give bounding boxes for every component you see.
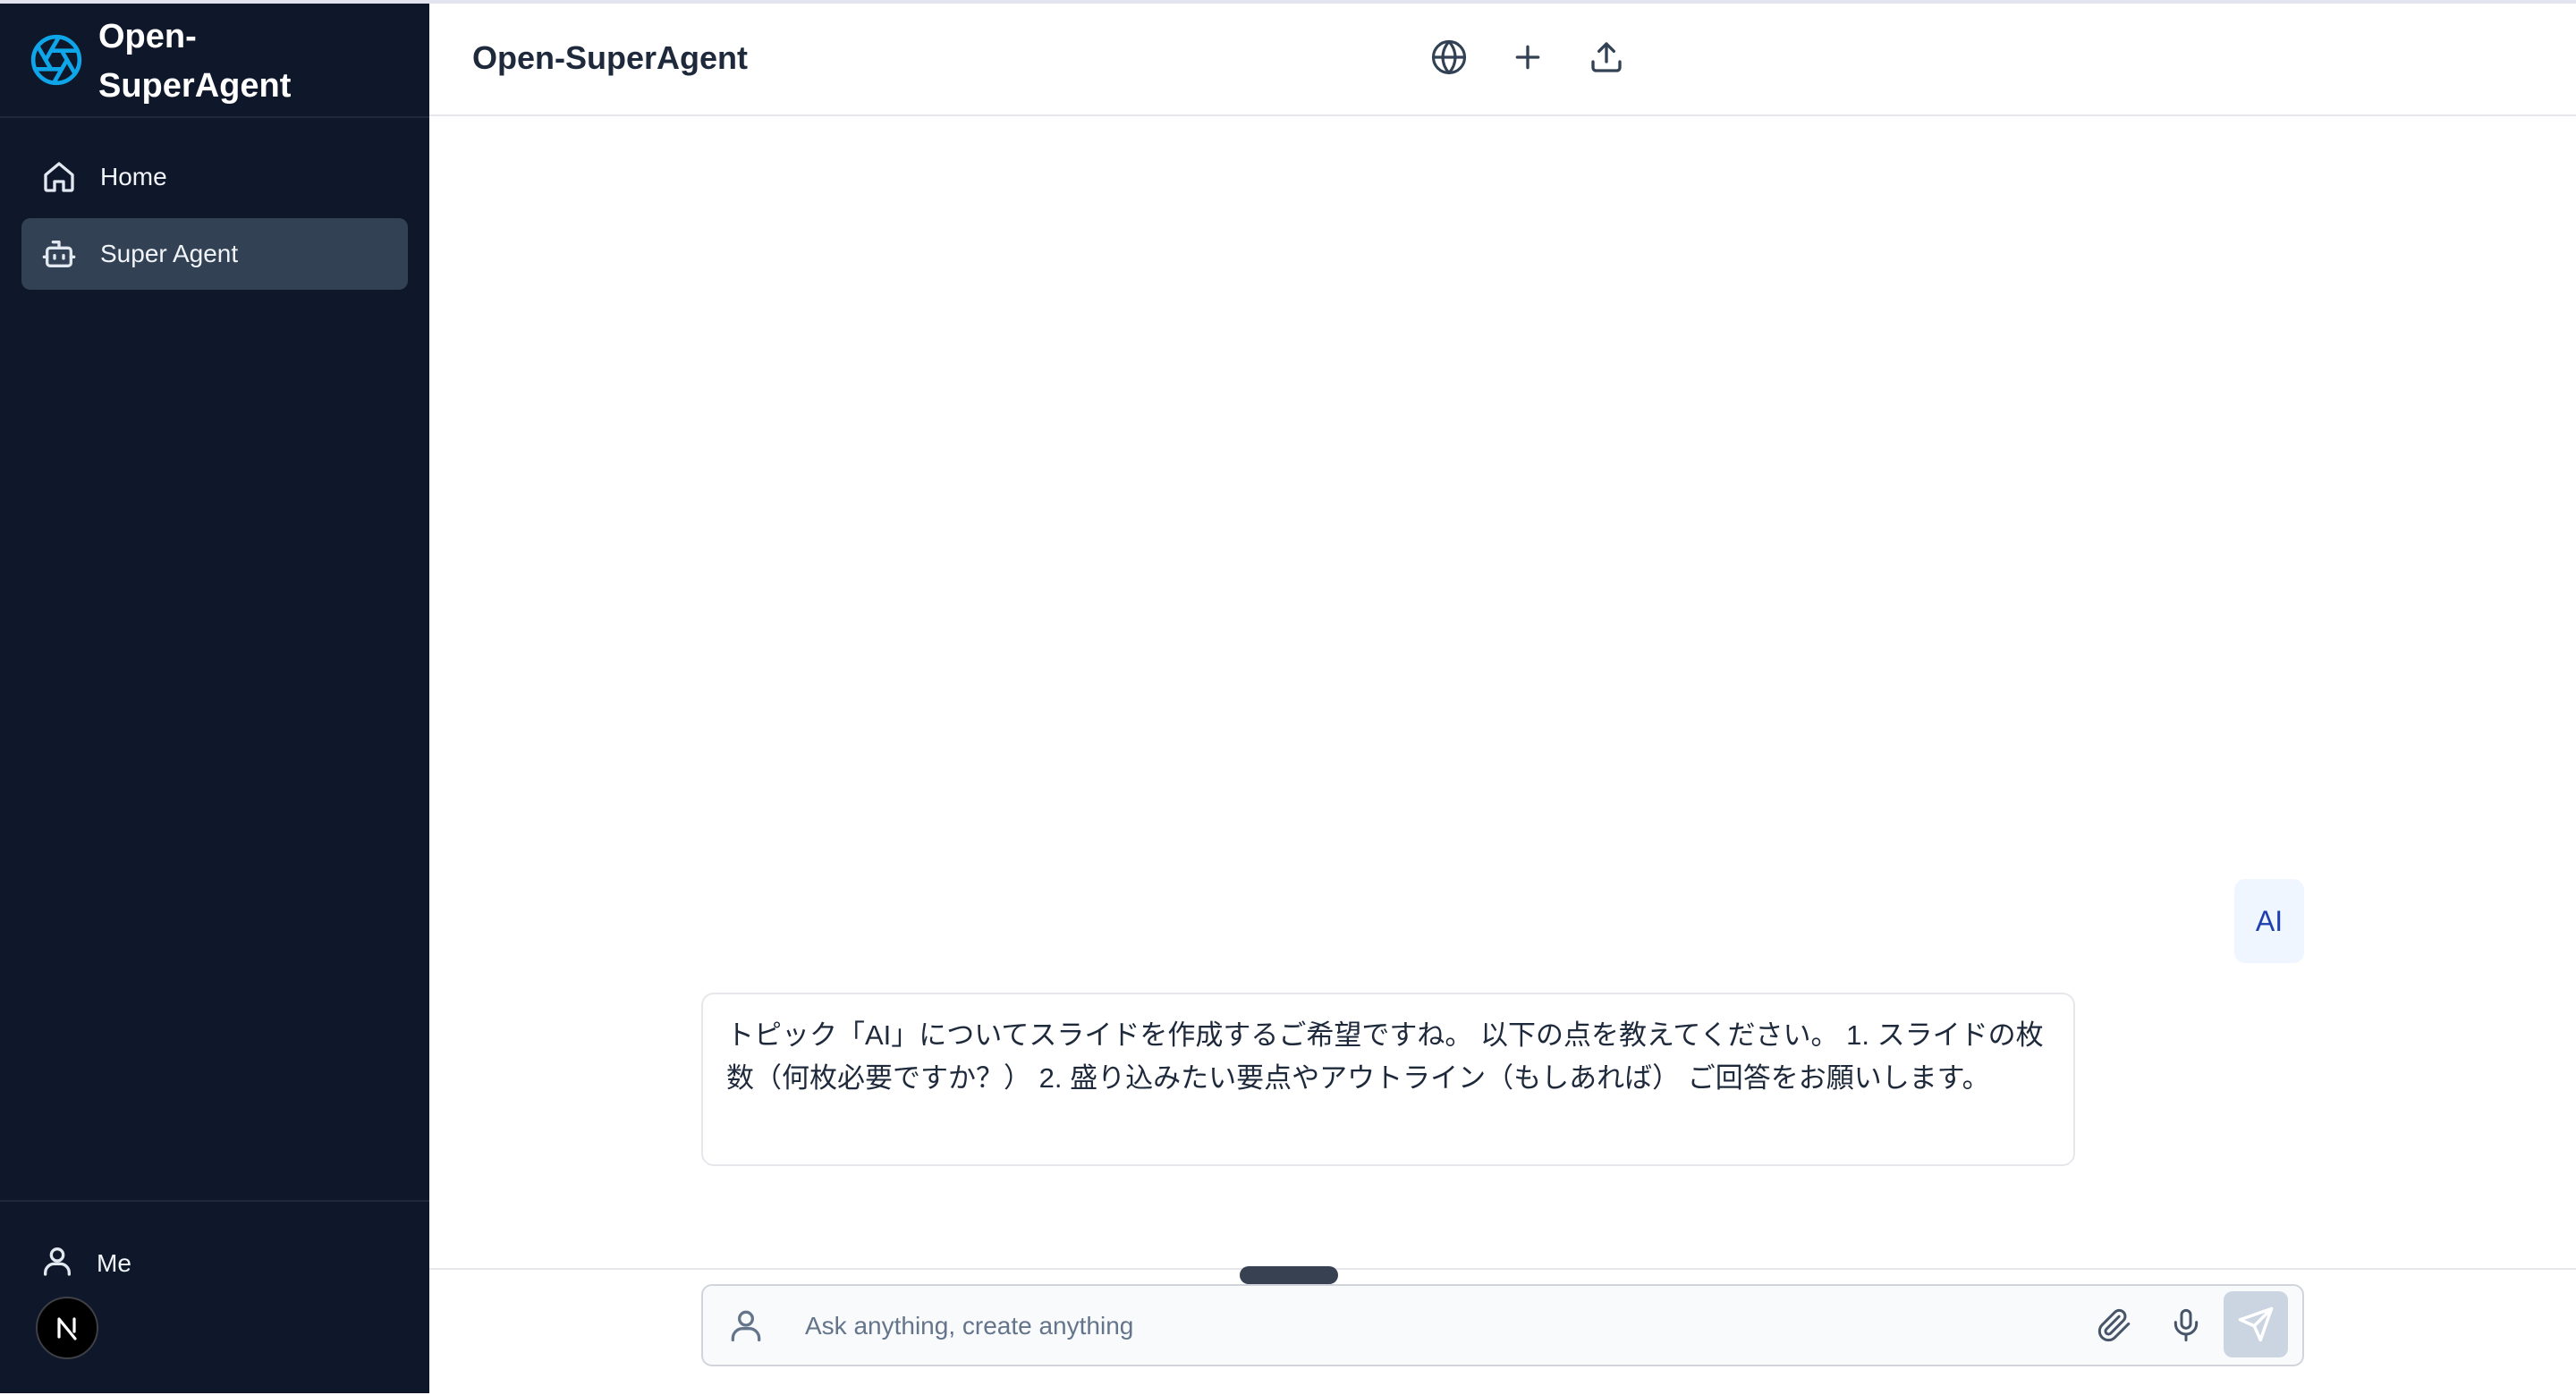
- home-icon: [39, 157, 79, 197]
- user-icon: [39, 1243, 75, 1283]
- sidebar-item-label: Super Agent: [100, 240, 239, 267]
- header: Open-SuperAgent: [429, 4, 2576, 116]
- microphone-icon: [2174, 1308, 2199, 1342]
- sidebar-footer: Me: [0, 1200, 429, 1395]
- user-icon: [731, 1310, 761, 1342]
- sidebar-item-label: Home: [100, 163, 167, 190]
- composer: [701, 1284, 2304, 1366]
- resize-handle[interactable]: [1240, 1266, 1338, 1284]
- share-button[interactable]: [1581, 32, 1631, 82]
- sidebar-item-home[interactable]: Home: [21, 141, 408, 213]
- sidebar-item-super-agent[interactable]: Super Agent: [21, 218, 408, 290]
- assistant-message: トピック「AI」についてスライドを作成するご希望ですね。 以下の点を教えてくださ…: [701, 993, 2075, 1166]
- avatar[interactable]: [36, 1297, 98, 1359]
- me-label: Me: [97, 1248, 131, 1277]
- sidebar: Open- SuperAgent Home Super Agent Me: [0, 4, 429, 1393]
- user-message: AI: [2234, 879, 2304, 963]
- new-chat-button[interactable]: [1503, 32, 1553, 82]
- page-title: Open-SuperAgent: [472, 39, 749, 76]
- send-button[interactable]: [2224, 1291, 2288, 1357]
- top-border: [0, 0, 2576, 4]
- language-button[interactable]: [1424, 32, 1474, 82]
- brand-title[interactable]: Open- SuperAgent: [98, 13, 420, 111]
- brand: Open- SuperAgent: [0, 4, 429, 118]
- send-icon: [2238, 1306, 2274, 1342]
- attach-button[interactable]: [2093, 1304, 2136, 1347]
- bot-icon: [39, 234, 79, 274]
- chat-input[interactable]: [803, 1297, 1862, 1356]
- upload-icon: [1591, 42, 1622, 72]
- aperture-logo-icon: [30, 34, 82, 86]
- n-logo-icon: [57, 1317, 77, 1340]
- globe-icon: [1431, 39, 1467, 75]
- paperclip-icon: [2097, 1308, 2131, 1342]
- microphone-button[interactable]: [2165, 1304, 2207, 1347]
- plus-icon: [1515, 45, 1540, 70]
- sidebar-item-me[interactable]: Me: [39, 1243, 131, 1283]
